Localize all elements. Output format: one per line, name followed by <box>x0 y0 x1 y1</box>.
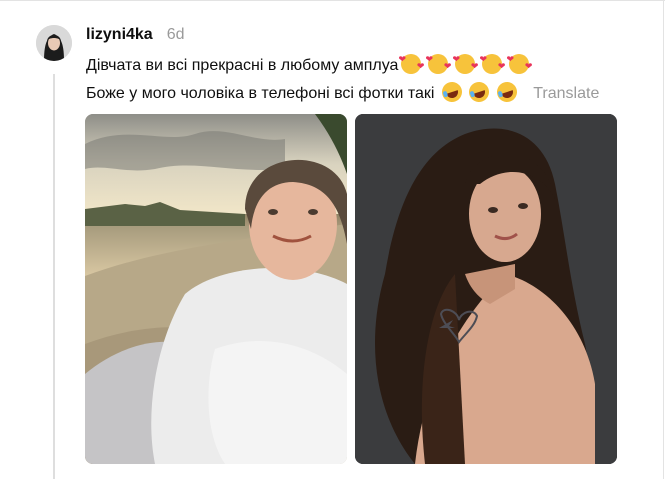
post-text: Дівчата ви всі прекрасні в любому амплуа <box>86 57 399 74</box>
post-photo-2[interactable] <box>355 114 617 464</box>
top-divider <box>0 0 665 1</box>
smiling-face-with-hearts-icon <box>506 54 532 74</box>
post-text-line-1: Дівчата ви всі прекрасні в любому амплуа <box>86 54 532 77</box>
post-header: lizyni4ka 6d <box>86 26 185 48</box>
rolling-on-floor-laughing-icon <box>466 79 492 105</box>
post-text-line-2: Боже у мого чоловіка в телефоні всі фотк… <box>86 79 599 105</box>
thread-line <box>53 74 55 479</box>
avatar[interactable] <box>36 25 72 61</box>
translate-link[interactable]: Translate <box>533 85 599 102</box>
smiling-face-with-hearts-icon <box>479 54 505 74</box>
post-time[interactable]: 6d <box>167 26 185 44</box>
smiling-face-with-hearts-icon <box>425 54 451 74</box>
right-divider <box>663 0 664 479</box>
avatar-photo <box>36 25 72 61</box>
post-photo-1[interactable] <box>85 114 347 464</box>
smiling-face-with-hearts-icon <box>398 54 424 74</box>
rolling-on-floor-laughing-icon <box>494 79 520 105</box>
rolling-on-floor-laughing-icon <box>439 79 465 105</box>
smiling-face-with-hearts-icon <box>452 54 478 74</box>
post-text: Боже у мого чоловіка в телефоні всі фотк… <box>86 85 435 102</box>
beach-selfie-photo <box>85 114 347 464</box>
username[interactable]: lizyni4ka <box>86 26 153 44</box>
portrait-photo <box>355 114 617 464</box>
